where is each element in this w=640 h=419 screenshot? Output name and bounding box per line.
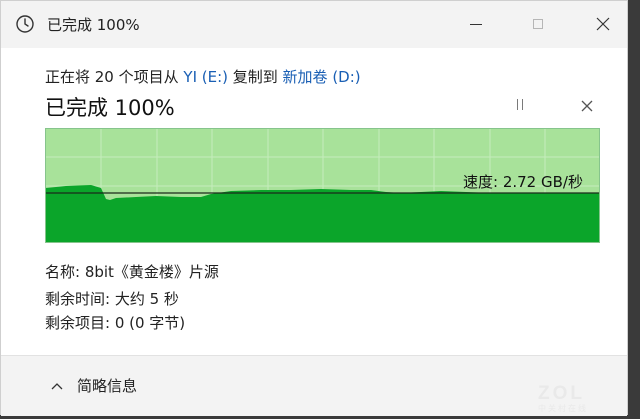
details-toggle-label: 简略信息 — [77, 377, 138, 395]
close-icon — [596, 17, 610, 31]
title-bar[interactable]: 已完成 100% — [1, 1, 627, 48]
progress-status: 已完成 100% — [45, 96, 175, 120]
maximize-button[interactable] — [526, 12, 550, 36]
window-title: 已完成 100% — [47, 16, 140, 34]
copy-description: 正在将 20 个项目从 YI (E:) 复制到 新加卷 (D:) — [45, 66, 361, 87]
pause-button[interactable] — [513, 99, 527, 113]
time-remaining: 剩余时间: 大约 5 秒 — [45, 290, 179, 308]
destination-link[interactable]: 新加卷 (D:) — [283, 68, 361, 86]
dialog-footer: 简略信息 — [1, 355, 627, 416]
pause-icon-bar-left — [517, 99, 518, 110]
cancel-copy-button[interactable] — [579, 98, 595, 114]
maximize-icon — [533, 19, 543, 29]
items-remaining: 剩余项目: 0 (0 字节) — [45, 314, 186, 332]
copy-prefix-text: 正在将 20 个项目从 — [45, 68, 184, 86]
window-close-button[interactable] — [591, 12, 615, 36]
copy-mid-text: 复制到 — [228, 68, 283, 86]
minimize-button[interactable] — [464, 12, 488, 36]
speed-readout: 速度: 2.72 GB/秒 — [463, 173, 583, 191]
watermark-logo: ZOL — [538, 383, 585, 404]
clock-icon — [15, 14, 35, 34]
minimize-icon — [470, 23, 482, 25]
watermark-subtitle: 中关村在线 — [538, 404, 588, 413]
zol-watermark: ZOL 中关村在线 — [538, 384, 606, 414]
chevron-up-icon — [51, 382, 63, 389]
file-name: 名称: 8bit《黄金楼》片源 — [45, 263, 219, 281]
pause-icon-bar-right — [522, 99, 523, 110]
source-link[interactable]: YI (E:) — [183, 68, 228, 86]
fewer-details-toggle[interactable]: 简略信息 — [51, 375, 137, 396]
copy-progress-window: 已完成 100% 正在将 20 个项目从 YI (E:) 复制到 新加卷 (D:… — [0, 0, 628, 416]
close-icon — [581, 100, 593, 112]
